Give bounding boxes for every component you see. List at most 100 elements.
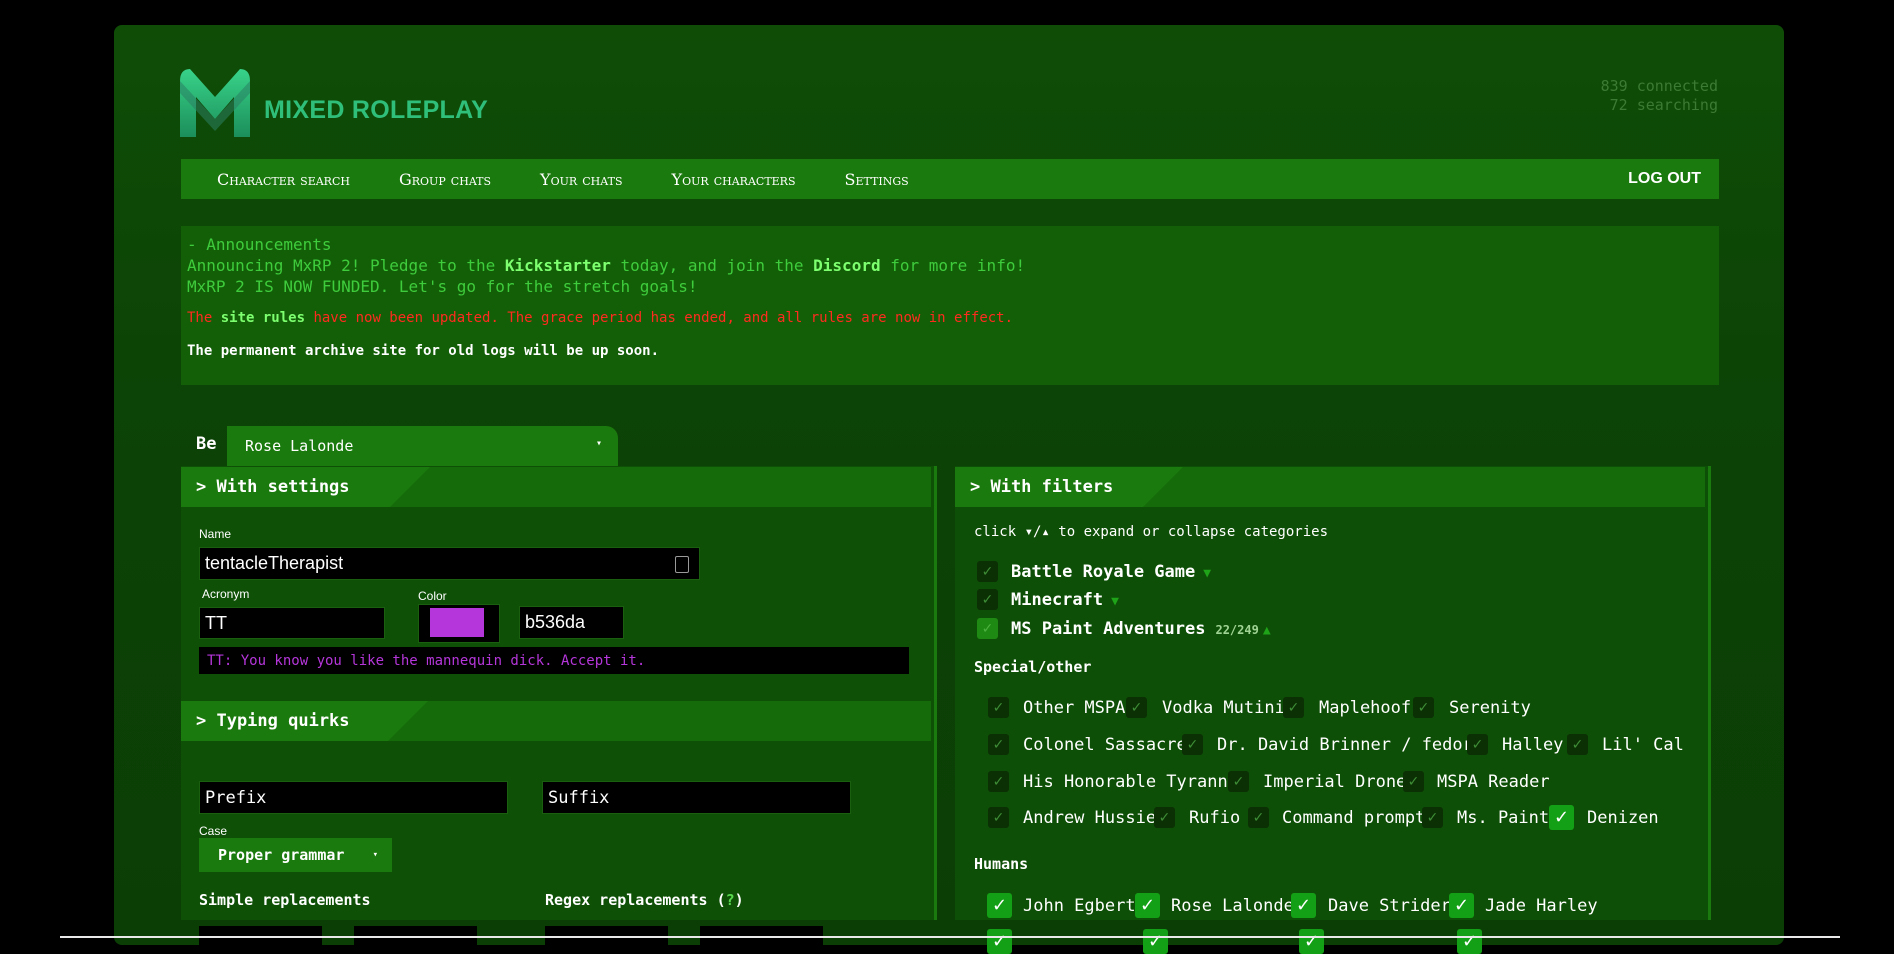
filters-heading[interactable]: > With filters (955, 467, 1183, 507)
nav-group-chats[interactable]: Group chats (399, 170, 491, 189)
filter-label[interactable]: Andrew Hussie (1023, 808, 1156, 828)
kickstarter-link[interactable]: Kickstarter (505, 256, 611, 275)
filter-label[interactable]: Lil' Cal (1602, 735, 1684, 755)
filter-label[interactable]: Command prompt (1282, 808, 1425, 828)
filter-checkbox[interactable]: ✓ (988, 771, 1009, 792)
chevron-down-icon: ▾ (372, 850, 378, 860)
filter-label[interactable]: Dave Strider (1328, 896, 1451, 916)
filter-checkbox[interactable]: ✓ (1467, 734, 1488, 755)
filter-label[interactable]: Rufio (1189, 808, 1240, 828)
announcement-funded: MxRP 2 IS NOW FUNDED. Let's go for the s… (187, 277, 698, 296)
discord-link[interactable]: Discord (813, 256, 880, 275)
filter-checkbox-checked[interactable]: ✓ (1143, 929, 1168, 954)
category-battle-royale[interactable]: Battle Royale Game ▼ (1011, 562, 1211, 582)
color-hex-field[interactable]: b536da (519, 606, 624, 639)
ann-text: Announcing MxRP 2! Pledge to the (187, 256, 505, 275)
expand-arrow-icon[interactable]: ▼ (1203, 566, 1211, 581)
filter-checkbox[interactable]: ✓ (1567, 734, 1588, 755)
category-checkbox[interactable]: ✓ (977, 618, 998, 639)
filter-checkbox[interactable]: ✓ (988, 697, 1009, 718)
filter-label[interactable]: Denizen (1587, 808, 1659, 828)
filter-label[interactable]: Jade Harley (1485, 896, 1598, 916)
ann-text: have now been updated. The grace period … (305, 310, 1014, 326)
filter-checkbox-checked[interactable]: ✓ (1299, 929, 1324, 954)
filter-label[interactable]: John Egbert (1023, 896, 1136, 916)
category-ms-paint-adventures[interactable]: MS Paint Adventures 22/249 ▲ (1011, 619, 1271, 639)
filter-checkbox[interactable]: ✓ (1126, 697, 1147, 718)
case-select[interactable]: Proper grammar ▾ (199, 838, 392, 872)
group-humans: Humans (974, 855, 1029, 873)
expand-arrow-icon[interactable]: ▼ (1111, 594, 1119, 609)
filter-checkbox[interactable]: ✓ (1228, 771, 1249, 792)
nav-your-characters[interactable]: Your characters (672, 170, 796, 189)
expand-hint: click ▾/▴ to expand or collapse categori… (974, 524, 1329, 540)
prefix-placeholder: Prefix (205, 787, 267, 808)
filter-checkbox[interactable]: ✓ (1154, 807, 1175, 828)
chevron-down-icon: ▾ (595, 438, 602, 449)
filter-checkbox-checked[interactable]: ✓ (1135, 893, 1160, 918)
typing-quirks-heading[interactable]: > Typing quirks (181, 701, 428, 741)
nav-character-search[interactable]: Character search (217, 170, 350, 189)
filter-checkbox[interactable]: ✓ (1283, 697, 1304, 718)
ann-text: for more info! (880, 256, 1026, 275)
nav-your-chats[interactable]: Your chats (540, 170, 622, 189)
color-label: Color (418, 589, 447, 603)
logout-button[interactable]: LOG OUT (1610, 159, 1719, 199)
filter-checkbox-checked[interactable]: ✓ (1549, 805, 1574, 830)
category-minecraft[interactable]: Minecraft ▼ (1011, 590, 1119, 610)
name-value: tentacleTherapist (205, 553, 344, 573)
filter-label[interactable]: Dr. David Brinner / fedora (1217, 735, 1483, 755)
filter-label[interactable]: Maplehoof (1319, 698, 1411, 718)
filter-checkbox-checked[interactable]: ✓ (987, 893, 1012, 918)
connected-count: 839 connected (1600, 77, 1718, 95)
filter-checkbox[interactable]: ✓ (1403, 771, 1424, 792)
be-label: Be (196, 434, 217, 454)
brand-name: MIXED ROLEPLAY (264, 95, 489, 124)
rules-notice: The site rules have now been updated. Th… (187, 309, 1713, 327)
color-picker[interactable] (418, 604, 500, 643)
filter-label[interactable]: His Honorable Tyranny (1023, 772, 1238, 792)
filter-label[interactable]: Serenity (1449, 698, 1531, 718)
acronym-value: TT (205, 612, 227, 633)
filter-label[interactable]: Ms. Paint (1457, 808, 1549, 828)
filter-label[interactable]: Halley (1502, 735, 1563, 755)
regex-label-text: Regex replacements ( (545, 891, 726, 909)
suffix-field[interactable]: Suffix (542, 781, 851, 814)
filter-checkbox[interactable]: ✓ (1248, 807, 1269, 828)
filter-label[interactable]: Colonel Sassacre (1023, 735, 1187, 755)
filter-checkbox[interactable]: ✓ (1413, 697, 1434, 718)
filter-label[interactable]: Vodka Mutini (1162, 698, 1285, 718)
category-checkbox[interactable]: ✓ (977, 589, 998, 610)
settings-heading[interactable]: > With settings (181, 467, 430, 507)
filter-checkbox-checked[interactable]: ✓ (987, 929, 1012, 954)
filter-label[interactable]: Rose Lalonde (1171, 896, 1294, 916)
filter-checkbox[interactable]: ✓ (1182, 734, 1203, 755)
filter-checkbox-checked[interactable]: ✓ (1291, 893, 1316, 918)
announcement-kickstarter: Announcing MxRP 2! Pledge to the Kicksta… (187, 255, 1713, 276)
filter-label[interactable]: Other MSPA (1023, 698, 1125, 718)
filter-checkbox-checked[interactable]: ✓ (1449, 893, 1474, 918)
site-logo[interactable]: MIXED ROLEPLAY (178, 67, 488, 139)
name-field[interactable]: tentacleTherapist (199, 547, 700, 580)
prefix-field[interactable]: Prefix (199, 781, 508, 814)
filter-checkbox[interactable]: ✓ (1422, 807, 1443, 828)
acronym-field[interactable]: TT (199, 607, 385, 639)
site-rules-link[interactable]: site rules (221, 310, 305, 326)
filter-checkbox[interactable]: ✓ (988, 807, 1009, 828)
filter-checkbox[interactable]: ✓ (988, 734, 1009, 755)
category-checkbox[interactable]: ✓ (977, 561, 998, 582)
category-count: 22/249 (1215, 623, 1259, 637)
regex-help-link[interactable]: ? (726, 891, 735, 909)
online-stats: 839 connected 72 searching (1601, 77, 1718, 115)
announcements-box: - Announcements Announcing MxRP 2! Pledg… (181, 226, 1719, 385)
filter-label[interactable]: MSPA Reader (1437, 772, 1550, 792)
announcements-toggle[interactable]: - Announcements (187, 234, 1713, 255)
character-select[interactable]: Rose Lalonde ▾ (227, 426, 618, 466)
filter-label[interactable]: Imperial Drone (1263, 772, 1406, 792)
suffix-placeholder: Suffix (548, 787, 610, 808)
color-swatch (430, 608, 484, 637)
collapse-arrow-icon[interactable]: ▲ (1263, 623, 1271, 638)
filter-checkbox-checked[interactable]: ✓ (1457, 929, 1482, 954)
contact-card-icon (675, 556, 689, 573)
nav-settings[interactable]: Settings (845, 170, 909, 189)
